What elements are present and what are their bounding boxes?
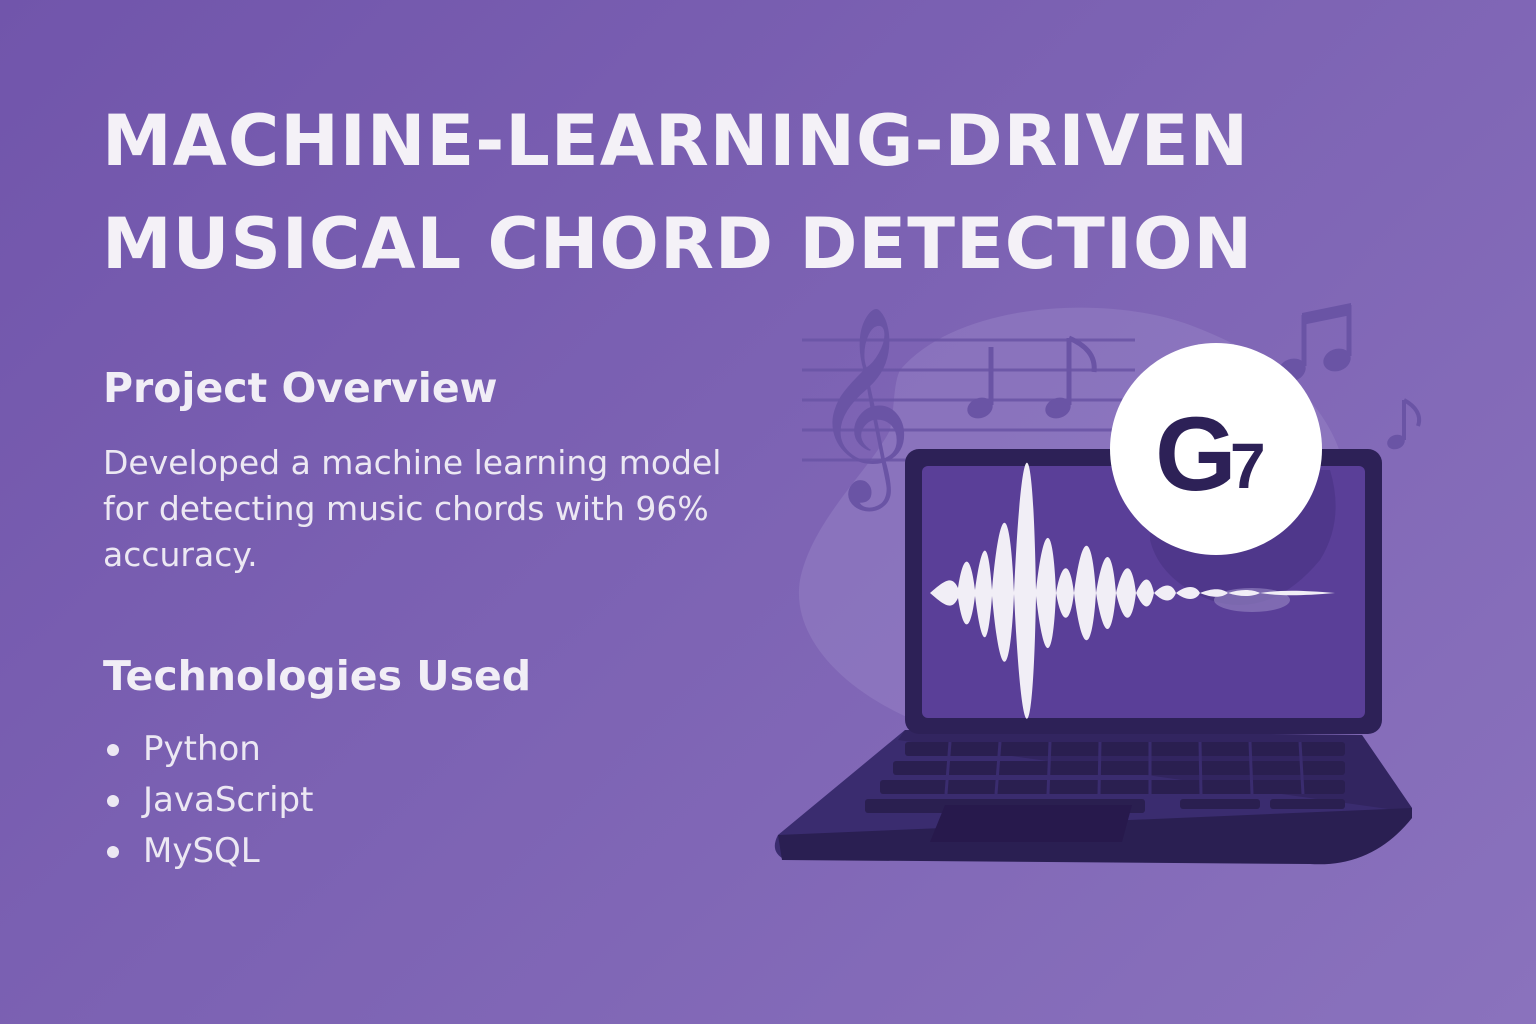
overview-text: Developed a machine learning model for d… — [103, 443, 722, 574]
chord-root-label: G — [1155, 396, 1237, 513]
list-item-python: Python — [103, 724, 313, 775]
treble-clef-icon: 𝄞 — [812, 305, 912, 511]
chord-extension-label: 7 — [1230, 430, 1266, 502]
title-line-2: MUSICAL CHORD DETECTION — [102, 203, 1254, 285]
technologies-list: Python JavaScript MySQL — [103, 724, 313, 877]
chord-detection-illustration: 𝄞 G 7 — [774, 303, 1422, 865]
list-item-javascript: JavaScript — [103, 775, 313, 826]
overview-heading: Project Overview — [103, 364, 498, 412]
page-title: MACHINE-LEARNING-DRIVEN MUSICAL CHORD DE… — [102, 90, 1253, 296]
music-note-icon — [1387, 398, 1422, 450]
title-line-1: MACHINE-LEARNING-DRIVEN — [102, 100, 1250, 182]
technologies-heading: Technologies Used — [103, 652, 532, 700]
chord-badge: G 7 — [1110, 343, 1322, 555]
trackpad — [930, 805, 1132, 842]
list-item-mysql: MySQL — [103, 826, 313, 877]
